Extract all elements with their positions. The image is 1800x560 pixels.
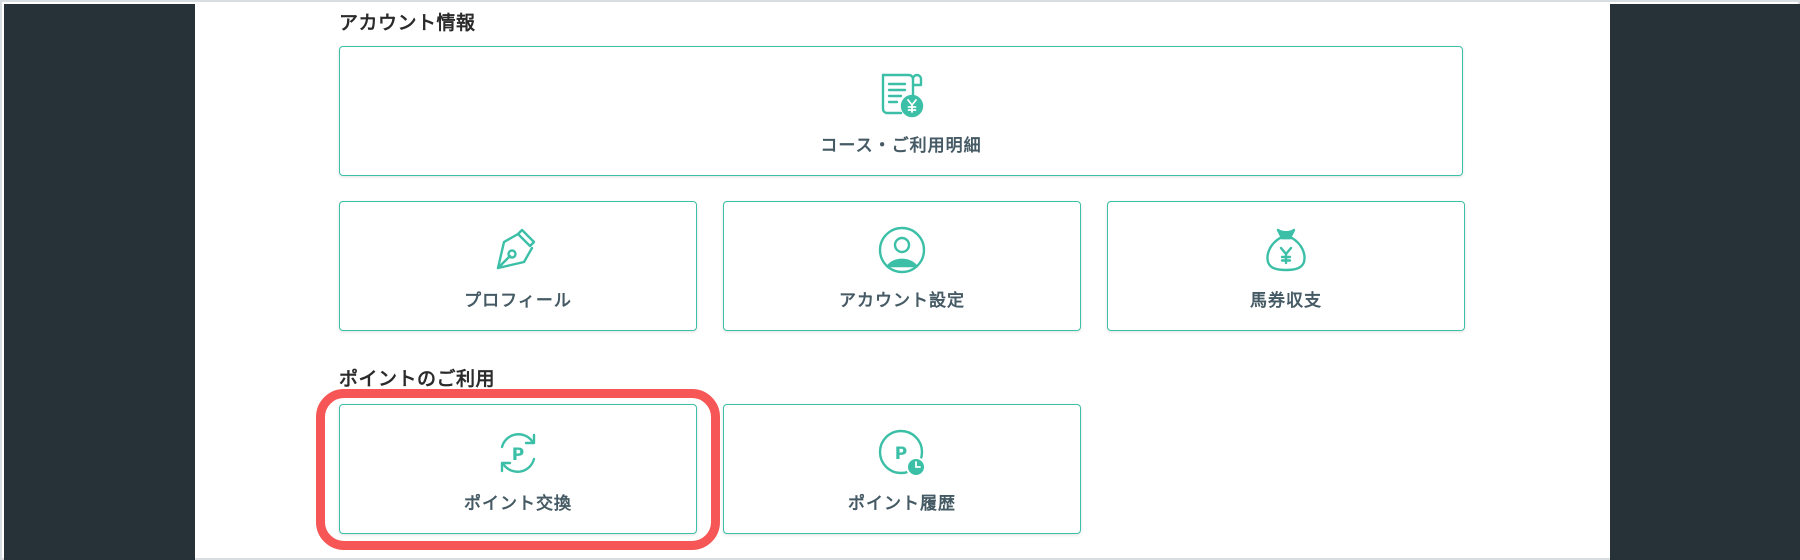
point-history-icon: P	[876, 427, 928, 483]
betting-balance-card[interactable]: 馬券収支	[1107, 201, 1465, 331]
points-section-title: ポイントのご利用	[339, 368, 496, 390]
course-statement-card[interactable]: コース・ご利用明細	[339, 46, 1463, 176]
pen-nib-icon	[492, 224, 544, 280]
svg-text:P: P	[512, 445, 524, 465]
point-history-card[interactable]: P ポイント履歴	[723, 404, 1081, 534]
svg-text:P: P	[895, 444, 907, 464]
profile-card[interactable]: プロフィール	[339, 201, 697, 331]
profile-label: プロフィール	[464, 291, 572, 311]
left-dark-panel	[4, 4, 195, 560]
page-frame: アカウント情報 コース・ご利用明細 プロフィール アカウント設定 馬券収支 ポイ…	[0, 0, 1800, 560]
point-exchange-card[interactable]: P ポイント交換	[339, 404, 697, 534]
betting-balance-label: 馬券収支	[1250, 291, 1322, 311]
point-exchange-icon: P	[492, 427, 544, 483]
point-exchange-label: ポイント交換	[464, 494, 572, 514]
account-settings-label: アカウント設定	[839, 291, 965, 311]
user-circle-icon	[876, 224, 928, 280]
point-history-label: ポイント履歴	[848, 494, 956, 514]
receipt-yen-icon	[875, 69, 927, 125]
right-dark-panel	[1610, 4, 1800, 560]
account-settings-card[interactable]: アカウント設定	[723, 201, 1081, 331]
course-statement-label: コース・ご利用明細	[820, 136, 982, 156]
money-bag-yen-icon	[1260, 224, 1312, 280]
account-section-title: アカウント情報	[339, 12, 476, 34]
